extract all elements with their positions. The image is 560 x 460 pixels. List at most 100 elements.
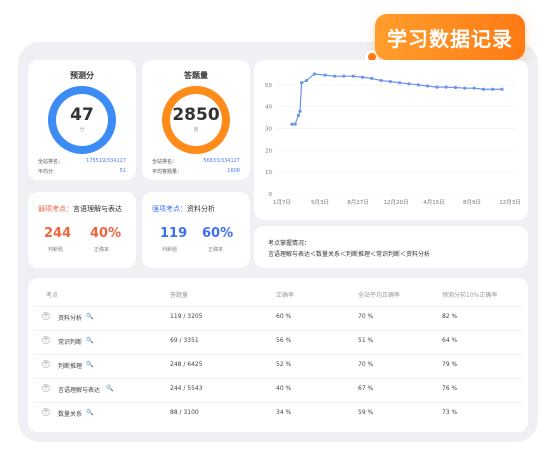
data-point[interactable] [342,74,346,78]
volume-avg-row: 平均答题量： 1608 [152,168,240,175]
data-point[interactable] [360,75,365,79]
data-point[interactable] [298,109,302,113]
volume-value: 2850 [172,105,220,125]
header-top10: 预测分前10%正确率 [442,292,498,299]
data-point[interactable] [453,85,458,90]
x-tick-label: 12月3日 [499,199,521,206]
row-count: 248 / 6425 [170,361,203,368]
row-top10: 64 % [442,337,458,344]
score-value: 47 [70,105,94,125]
table-row[interactable]: + 常识判断 🔍 69 / 3351 56 % 51 % 64 % [34,330,522,350]
expand-row-icon[interactable]: + [42,360,50,368]
score-unit: 分 [79,127,85,133]
expand-row-icon[interactable]: + [42,384,50,392]
row-avg: 67 % [358,385,374,392]
volume-card-title: 答题量 [184,71,208,80]
data-point[interactable] [472,86,476,90]
row-rate: 56 % [276,337,292,344]
score-rank-value: 175519/334127 [86,158,126,164]
search-icon[interactable]: 🔍 [86,361,93,368]
score-rank-row: 全站排名： 175519/334127 [38,158,126,165]
row-top10: 79 % [442,361,458,368]
mastery-order: 言语理解与表达＜数量关系＜判断推理＜常识判断＜资料分析 [268,251,431,258]
table-row[interactable]: + 判断推理 🔍 248 / 6425 52 % 70 % 79 % [34,354,522,374]
row-count: 69 / 3351 [170,337,199,344]
data-point[interactable] [388,80,392,84]
data-point[interactable] [491,87,495,91]
row-top10: 73 % [442,409,458,416]
data-point[interactable] [296,113,300,118]
data-point[interactable] [379,78,383,83]
data-point[interactable] [463,86,467,90]
table-row[interactable]: + 言语理解与表达 🔍 244 / 5543 40 % 67 % 76 % [34,378,522,398]
y-tick-label: 50 [265,83,272,89]
x-tick-label: 8月27日 [347,199,369,206]
strong-rate: 60% [202,226,234,241]
data-point[interactable] [293,122,297,126]
row-rate: 52 % [276,361,292,368]
expand-row-icon[interactable]: + [42,336,50,344]
volume-ring: 2850 道 [162,86,230,154]
data-point[interactable] [290,122,294,126]
topic-mastery-card: 考点掌握情况： 言语理解与表达＜数量关系＜判断推理＜常识判断＜资料分析 [254,226,528,268]
data-point[interactable] [370,76,374,80]
learning-data-screen: 学习数据记录 预测分 47 分 全站排名： 175519/334127 平均分：… [0,0,560,460]
row-rate: 60 % [276,313,292,320]
weak-rate: 40% [90,226,122,241]
search-icon[interactable]: 🔍 [86,313,93,320]
y-tick-label: 0 [269,192,273,198]
row-avg: 70 % [358,313,374,320]
answer-volume-card: 答题量 2850 道 全站排名： 56833/334127 平均答题量： 160… [142,60,250,180]
header-topic: 考点 [46,292,59,299]
data-point[interactable] [444,85,448,89]
table-header: 考点 答题量 正确率 全站平均正确率 预测分前10%正确率 [28,290,528,302]
strong-topic-name: 资料分析 [187,205,215,213]
x-tick-label: 4月15日 [423,199,445,206]
x-tick-label: 5月3日 [311,199,329,206]
table-row[interactable]: + 数量关系 🔍 88 / 3100 34 % 59 % 73 % [34,402,522,422]
score-card-title: 预测分 [70,71,94,80]
data-point[interactable] [351,74,355,78]
row-avg: 70 % [358,361,374,368]
weak-count: 244 [44,226,72,241]
y-tick-label: 10 [265,170,272,176]
weak-topic-name: 言语理解与表达 [73,205,122,213]
data-point[interactable] [300,81,304,85]
expand-row-icon[interactable]: + [42,312,50,320]
weak-topic-card[interactable]: 弱项考点：言语理解与表达 244 40% 判断题 正确率 [28,192,136,268]
row-rate: 34 % [276,409,292,416]
data-point[interactable] [312,72,316,76]
table-row[interactable]: + 资料分析 🔍 119 / 3205 60 % 70 % 82 % [34,306,522,326]
predicted-score-card: 预测分 47 分 全站排名： 175519/334127 平均分： 51 [28,60,136,180]
search-icon[interactable]: 🔍 [106,385,113,392]
strong-topic-tag: 强项考点： [152,205,187,213]
row-avg: 59 % [358,409,374,416]
data-point[interactable] [426,84,430,88]
search-icon[interactable]: 🔍 [86,337,93,344]
volume-rank-value: 56833/334127 [203,158,240,164]
volume-rank-row: 全站排名： 56833/334127 [152,158,240,165]
weak-topic-tag: 弱项考点： [38,205,73,213]
data-point[interactable] [500,87,504,91]
data-point[interactable] [435,85,439,89]
y-tick-label: 20 [265,148,272,154]
row-count: 88 / 3100 [170,409,199,416]
score-ring: 47 分 [48,86,116,154]
page-title-banner: 学习数据记录 [375,14,525,60]
strong-count: 119 [160,226,188,241]
y-tick-label: 40 [265,105,272,111]
data-point[interactable] [333,74,337,78]
row-topic: 数量关系 [58,411,83,418]
strong-topic-card[interactable]: 强项考点：资料分析 119 60% 判断题 正确率 [142,192,250,268]
row-top10: 82 % [442,313,458,320]
search-icon[interactable]: 🔍 [86,409,93,416]
data-point[interactable] [481,87,485,91]
header-site-avg: 全站平均正确率 [358,292,401,299]
data-point[interactable] [407,82,411,86]
expand-row-icon[interactable]: + [42,408,50,416]
data-point[interactable] [416,83,420,87]
data-point[interactable] [323,73,327,77]
data-point[interactable] [398,81,402,85]
data-point[interactable] [304,78,308,83]
volume-unit: 道 [193,127,199,133]
